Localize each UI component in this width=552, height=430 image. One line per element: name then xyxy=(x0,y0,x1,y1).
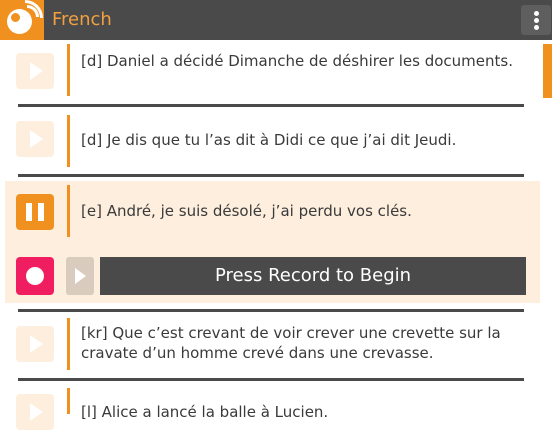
play-icon xyxy=(30,403,43,421)
sentence-text: [e] André, je suis désolé, j’ai perdu vo… xyxy=(81,202,412,220)
row-accent-bar xyxy=(67,115,70,167)
app-logo-icon[interactable] xyxy=(0,0,44,40)
play-icon xyxy=(30,335,43,353)
sentence-text: [d] Daniel a décidé Dimanche de déshirer… xyxy=(81,52,513,70)
row-accent-bar xyxy=(67,185,70,237)
divider xyxy=(18,378,524,381)
divider xyxy=(18,104,524,107)
divider xyxy=(18,309,524,312)
play-icon xyxy=(30,130,43,148)
play-button[interactable] xyxy=(16,326,54,362)
record-prompt[interactable]: Press Record to Begin xyxy=(100,257,526,295)
pause-button[interactable] xyxy=(16,194,54,230)
app-bar: French xyxy=(0,0,552,40)
play-button[interactable] xyxy=(16,53,54,89)
sentence-text: [kr] Que c’est crevant de voir crever un… xyxy=(81,324,501,362)
sentence-text: [l] Alice a lancé la balle à Lucien. xyxy=(81,403,329,421)
playback-button[interactable] xyxy=(66,257,94,295)
row-accent-bar xyxy=(67,44,70,96)
play-icon xyxy=(30,62,43,80)
sentence-text: [d] Je dis que tu l’as dit à Didi ce que… xyxy=(81,131,457,149)
scrollbar[interactable] xyxy=(543,44,552,98)
pause-icon xyxy=(26,203,32,221)
divider xyxy=(18,174,524,177)
kebab-menu-icon[interactable] xyxy=(521,5,551,35)
row-accent-bar xyxy=(67,388,70,414)
row-accent-bar xyxy=(67,318,70,370)
play-button[interactable] xyxy=(16,121,54,157)
record-icon xyxy=(26,267,44,285)
page-title: French xyxy=(52,9,112,30)
record-button[interactable] xyxy=(16,257,54,295)
play-icon xyxy=(75,268,86,284)
play-button[interactable] xyxy=(16,394,54,430)
